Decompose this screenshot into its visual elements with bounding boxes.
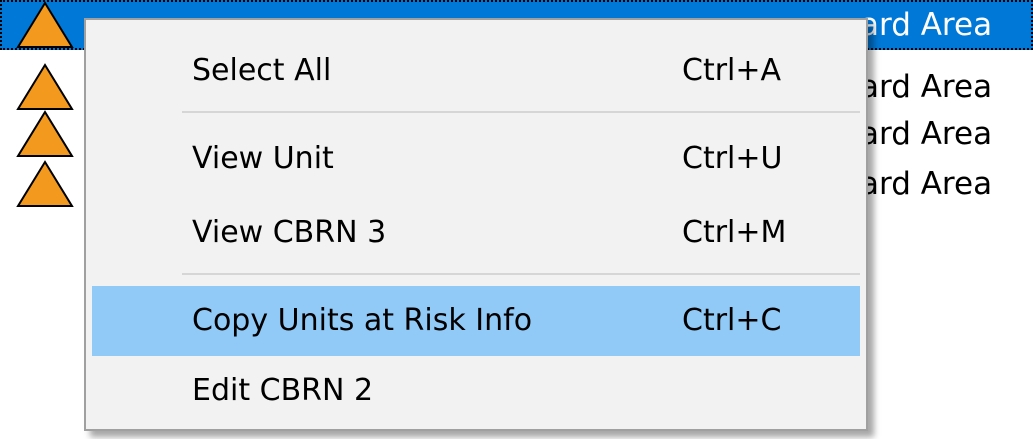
menu-item-view-unit[interactable]: View Unit Ctrl+U xyxy=(92,124,860,194)
hazard-triangle-icon xyxy=(14,159,76,209)
row-type-text: ard Area xyxy=(860,116,993,152)
menu-item-shortcut: Ctrl+A xyxy=(682,53,782,88)
menu-item-label: Edit CBRN 2 xyxy=(192,373,374,408)
menu-item-label: Select All xyxy=(192,53,332,88)
menu-item-edit-cbrn-2[interactable]: Edit CBRN 2 xyxy=(92,356,860,426)
menu-item-view-cbrn-3[interactable]: View CBRN 3 Ctrl+M xyxy=(92,198,860,268)
menu-item-copy-units-at-risk-info[interactable]: Copy Units at Risk Info Ctrl+C xyxy=(92,286,860,356)
menu-separator xyxy=(182,273,860,275)
row-type-text: ard Area xyxy=(860,69,993,105)
menu-item-shortcut: Ctrl+U xyxy=(682,141,783,176)
menu-item-select-all[interactable]: Select All Ctrl+A xyxy=(92,36,860,106)
hazard-triangle-icon xyxy=(14,62,76,112)
menu-item-shortcut: Ctrl+M xyxy=(682,215,787,250)
hazard-triangle-icon xyxy=(14,0,76,50)
menu-item-shortcut: Ctrl+C xyxy=(682,303,782,338)
screen: ard Area ard Area ard Area ard Area Sele… xyxy=(0,0,1033,439)
row-type-text: ard Area xyxy=(860,166,993,202)
menu-separator xyxy=(182,111,860,113)
row-type-text: ard Area xyxy=(860,7,993,43)
menu-item-label: View CBRN 3 xyxy=(192,215,387,250)
hazard-triangle-icon xyxy=(14,109,76,159)
context-menu: Select All Ctrl+A View Unit Ctrl+U View … xyxy=(84,18,868,431)
menu-item-label: Copy Units at Risk Info xyxy=(192,303,533,338)
menu-item-label: View Unit xyxy=(192,141,334,176)
